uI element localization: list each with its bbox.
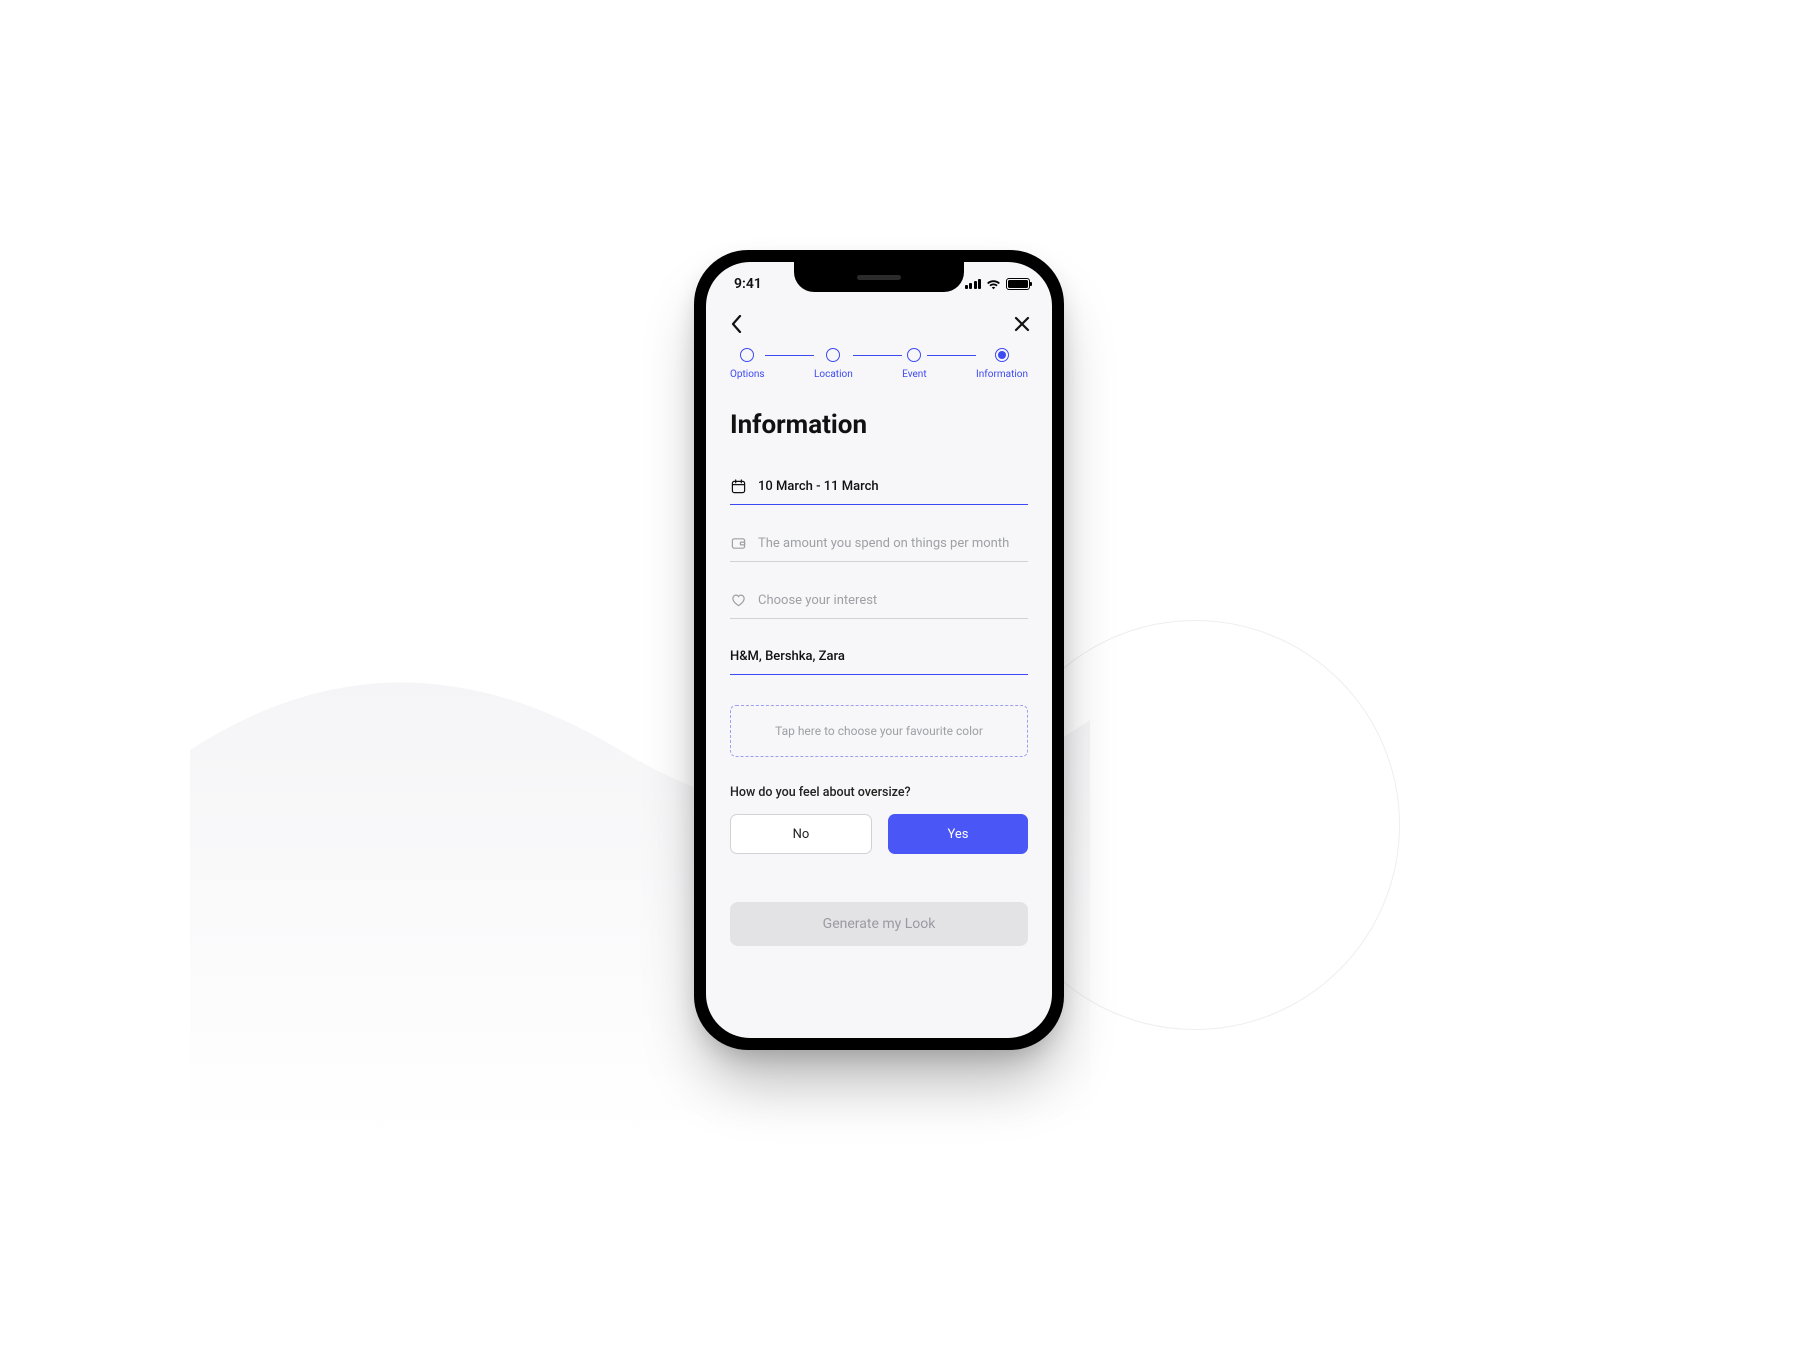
phone-notch — [794, 262, 964, 292]
close-button[interactable] — [1012, 314, 1032, 334]
phone-screen: 9:41 Options — [706, 262, 1052, 1038]
budget-field[interactable]: The amount you spend on things per month — [730, 535, 1028, 562]
close-icon — [1014, 316, 1030, 332]
step-location[interactable]: Location — [814, 348, 853, 380]
heart-icon — [730, 592, 746, 608]
calendar-icon — [730, 478, 746, 494]
color-picker-placeholder: Tap here to choose your favourite color — [775, 724, 983, 738]
step-options[interactable]: Options — [730, 348, 765, 380]
oversize-question: How do you feel about oversize? — [730, 785, 1028, 800]
battery-icon — [1006, 278, 1030, 290]
date-field[interactable]: 10 March - 11 March — [730, 478, 1028, 505]
wifi-icon — [986, 279, 1001, 290]
step-information[interactable]: Information — [976, 348, 1028, 380]
oversize-no-button[interactable]: No — [730, 814, 872, 854]
color-picker[interactable]: Tap here to choose your favourite color — [730, 705, 1028, 757]
chevron-left-icon — [731, 315, 742, 333]
back-button[interactable] — [726, 314, 746, 334]
date-value: 10 March - 11 March — [758, 479, 879, 494]
oversize-yes-button[interactable]: Yes — [888, 814, 1028, 854]
generate-button[interactable]: Generate my Look — [730, 902, 1028, 946]
phone-frame: 9:41 Options — [694, 250, 1064, 1050]
page-title: Information — [730, 410, 1028, 440]
nav-row — [706, 306, 1052, 346]
status-time: 9:41 — [734, 276, 762, 292]
interest-placeholder: Choose your interest — [758, 593, 877, 608]
brands-value: H&M, Bershka, Zara — [730, 649, 845, 664]
cellular-icon — [965, 279, 982, 289]
stepper: Options Location Event Information — [706, 346, 1052, 380]
wallet-icon — [730, 535, 746, 551]
step-event[interactable]: Event — [902, 348, 926, 380]
budget-placeholder: The amount you spend on things per month — [758, 536, 1009, 551]
brands-field[interactable]: H&M, Bershka, Zara — [730, 649, 1028, 675]
interest-field[interactable]: Choose your interest — [730, 592, 1028, 619]
